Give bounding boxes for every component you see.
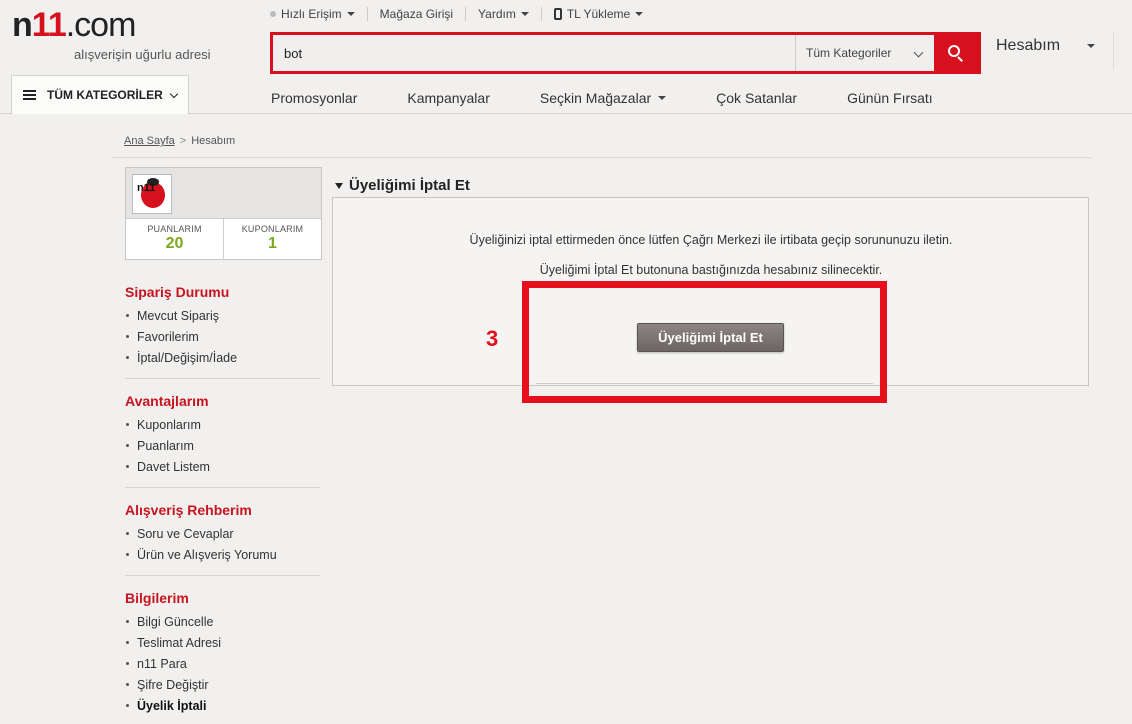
search-icon [948, 45, 964, 62]
search-button[interactable] [934, 35, 978, 71]
breadcrumb-separator: > [179, 135, 187, 147]
top-nav: Hızlı Erişim Mağaza Girişi Yardım TL Yük… [270, 5, 655, 23]
dot-icon [270, 11, 276, 17]
caret-down-icon [520, 12, 529, 16]
sidebar-item-invite-list[interactable]: Davet Listem [125, 456, 320, 477]
breadcrumb-home-link[interactable]: Ana Sayfa [124, 135, 175, 147]
logo-slogan: alışverişin uğurlu adresi [74, 47, 211, 62]
breadcrumb: Ana Sayfa > Hesabım [124, 135, 235, 147]
sidebar-item-points[interactable]: Puanlarım [125, 435, 320, 456]
n11-logo[interactable]: n11.com alışverişin uğurlu adresi [12, 6, 212, 66]
sidebar-item-update-info[interactable]: Bilgi Güncelle [125, 611, 320, 632]
logo-wordmark: n11.com [12, 6, 136, 44]
divider [125, 575, 320, 576]
search-input[interactable] [273, 35, 795, 71]
divider [125, 378, 320, 379]
header: n11.com alışverişin uğurlu adresi Hızlı … [0, 0, 1132, 114]
nav-promotions[interactable]: Promosyonlar [271, 90, 357, 106]
sidebar-item-qa[interactable]: Soru ve Cevaplar [125, 523, 320, 544]
sidebar-section-title: Avantajlarım [125, 393, 209, 409]
caret-down-icon [346, 12, 355, 16]
info-message: Üyeliğinizi iptal ettirmeden önce lütfen… [469, 233, 953, 247]
sidebar-section-title: Bilgilerim [125, 590, 189, 606]
annotation-highlight-box [522, 281, 887, 403]
nav-best-sellers[interactable]: Çok Satanlar [716, 90, 797, 106]
sidebar-item-membership-cancel[interactable]: Üyelik İptali [125, 695, 320, 716]
sidebar-section-title: Sipariş Durumu [125, 284, 230, 300]
main-nav: Promosyonlar Kampanyalar Seçkin Mağazala… [271, 90, 933, 106]
tl-load-menu[interactable]: TL Yükleme [542, 7, 655, 21]
sidebar-item-delivery-address[interactable]: Teslimat Adresi [125, 632, 320, 653]
nav-campaigns[interactable]: Kampanyalar [407, 90, 490, 106]
page-title[interactable]: Üyeliğimi İptal Et [335, 177, 470, 194]
phone-icon [553, 8, 562, 20]
annotation-step-number: 3 [486, 326, 499, 351]
sidebar-section-info: Bilgilerim Bilgi Güncelle Teslimat Adres… [125, 590, 320, 716]
all-categories-button[interactable]: TÜM KATEGORİLER [11, 75, 189, 114]
chevron-down-icon [169, 89, 179, 98]
avatar[interactable]: n11 [132, 174, 172, 214]
caret-down-icon[interactable] [1087, 44, 1095, 48]
sidebar-section-orders: Sipariş Durumu Mevcut Sipariş Favorileri… [125, 284, 320, 368]
caret-down-icon [635, 12, 644, 16]
sidebar-item-change-password[interactable]: Şifre Değiştir [125, 674, 320, 695]
chevron-down-icon [913, 47, 924, 58]
sidebar-section-advantages: Avantajlarım Kuponlarım Puanlarım Davet … [125, 393, 320, 477]
account-menu[interactable]: Hesabım [996, 37, 1060, 55]
breadcrumb-current: Hesabım [191, 135, 236, 147]
divider [111, 157, 1091, 158]
search-category-select[interactable]: Tüm Kategoriler [795, 35, 934, 71]
triangle-down-icon [335, 182, 343, 189]
sidebar-item-reviews[interactable]: Ürün ve Alışveriş Yorumu [125, 544, 320, 565]
hamburger-icon [23, 90, 36, 100]
divider [125, 487, 320, 488]
store-login-link[interactable]: Mağaza Girişi [368, 7, 467, 21]
caret-down-icon [658, 96, 667, 100]
sidebar-section-shopping-guide: Alışveriş Rehberim Soru ve Cevaplar Ürün… [125, 502, 320, 565]
sidebar-item-current-order[interactable]: Mevcut Sipariş [125, 305, 320, 326]
nav-select-stores[interactable]: Seçkin Mağazalar [540, 90, 667, 106]
sidebar-section-title: Alışveriş Rehberim [125, 502, 252, 518]
help-menu[interactable]: Yardım [466, 7, 542, 21]
nav-deal-of-day[interactable]: Günün Fırsatı [847, 90, 933, 106]
sidebar-item-returns[interactable]: İptal/Değişim/İade [125, 347, 320, 368]
sidebar-item-n11-para[interactable]: n11 Para [125, 653, 320, 674]
sidebar-item-favorites[interactable]: Favorilerim [125, 326, 320, 347]
sidebar-item-coupons[interactable]: Kuponlarım [125, 414, 320, 435]
warning-message: Üyeliğimi İptal Et butonuna bastığınızda… [539, 263, 883, 277]
divider [1113, 32, 1114, 70]
quick-access-menu[interactable]: Hızlı Erişim [270, 7, 368, 21]
